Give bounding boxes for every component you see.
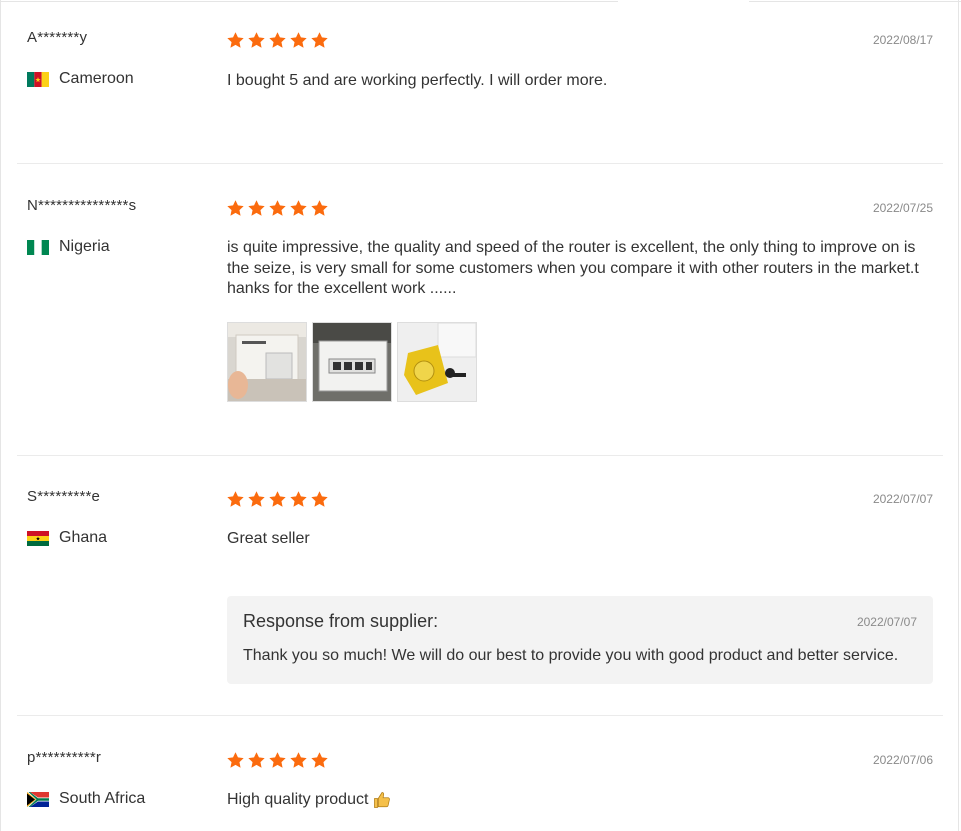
star-icon xyxy=(268,31,287,50)
review-item: S*********e Ghana 2022/07/07 Great selle… xyxy=(17,456,943,715)
ghana-flag-icon xyxy=(27,530,49,546)
thumbs-up-icon xyxy=(373,791,391,809)
star-icon xyxy=(289,751,308,770)
review-item: p**********r South Africa 2022/07/06 Hig… xyxy=(17,716,943,831)
nigeria-flag-icon xyxy=(27,239,49,255)
star-icon xyxy=(268,751,287,770)
review-photos xyxy=(227,322,477,402)
supplier-response: Response from supplier: 2022/07/07 Thank… xyxy=(227,596,933,684)
response-date: 2022/07/07 xyxy=(856,615,917,629)
review-item: N***************s Nigeria 2022/07/25 is … xyxy=(17,164,943,455)
star-icon xyxy=(226,751,245,770)
country-label: Ghana xyxy=(59,529,108,546)
review-item: A*******y Cameroon 2022/08/17 I bought 5… xyxy=(17,0,943,163)
reviewer-country: Cameroon xyxy=(27,70,134,88)
star-icon xyxy=(310,199,329,218)
star-icon xyxy=(226,199,245,218)
review-date: 2022/07/25 xyxy=(872,201,933,215)
country-label: Nigeria xyxy=(59,238,110,255)
review-photo-thumbnail[interactable] xyxy=(397,322,477,402)
reviewer-country: Ghana xyxy=(27,529,107,547)
star-icon xyxy=(289,31,308,50)
star-icon xyxy=(310,490,329,509)
star-icon xyxy=(310,31,329,50)
star-icon xyxy=(247,490,266,509)
cameroon-flag-icon xyxy=(27,71,49,87)
star-icon xyxy=(226,490,245,509)
review-text: High quality product xyxy=(227,791,369,808)
review-content: High quality product xyxy=(227,790,935,811)
star-rating xyxy=(226,31,329,50)
reviewer-name: S*********e xyxy=(27,488,101,505)
review-date: 2022/07/07 xyxy=(872,492,933,506)
review-date: 2022/07/06 xyxy=(872,753,933,767)
star-rating xyxy=(226,490,329,509)
star-icon xyxy=(226,31,245,50)
reviewer-name: A*******y xyxy=(27,29,88,46)
review-text: I bought 5 and are working perfectly. I … xyxy=(227,72,608,89)
response-text: Thank you so much! We will do our best t… xyxy=(243,647,899,664)
review-text: is quite impressive, the quality and spe… xyxy=(227,239,919,297)
review-date: 2022/08/17 xyxy=(872,33,933,47)
reviewer-country: Nigeria xyxy=(27,238,110,256)
reviewer-name: p**********r xyxy=(27,749,102,766)
reviewer-country: South Africa xyxy=(27,790,145,808)
star-icon xyxy=(247,199,266,218)
star-icon xyxy=(310,751,329,770)
star-icon xyxy=(247,751,266,770)
star-icon xyxy=(268,490,287,509)
reviewer-name: N***************s xyxy=(27,197,137,214)
response-title: Response from supplier: xyxy=(243,611,439,631)
star-icon xyxy=(289,199,308,218)
country-label: Cameroon xyxy=(59,70,134,87)
review-text: Great seller xyxy=(227,530,310,547)
star-rating xyxy=(226,751,329,770)
star-icon xyxy=(268,199,287,218)
star-icon xyxy=(247,31,266,50)
star-icon xyxy=(289,490,308,509)
south-africa-flag-icon xyxy=(27,791,49,807)
star-rating xyxy=(226,199,329,218)
review-photo-thumbnail[interactable] xyxy=(227,322,307,402)
country-label: South Africa xyxy=(59,790,146,807)
review-photo-thumbnail[interactable] xyxy=(312,322,392,402)
